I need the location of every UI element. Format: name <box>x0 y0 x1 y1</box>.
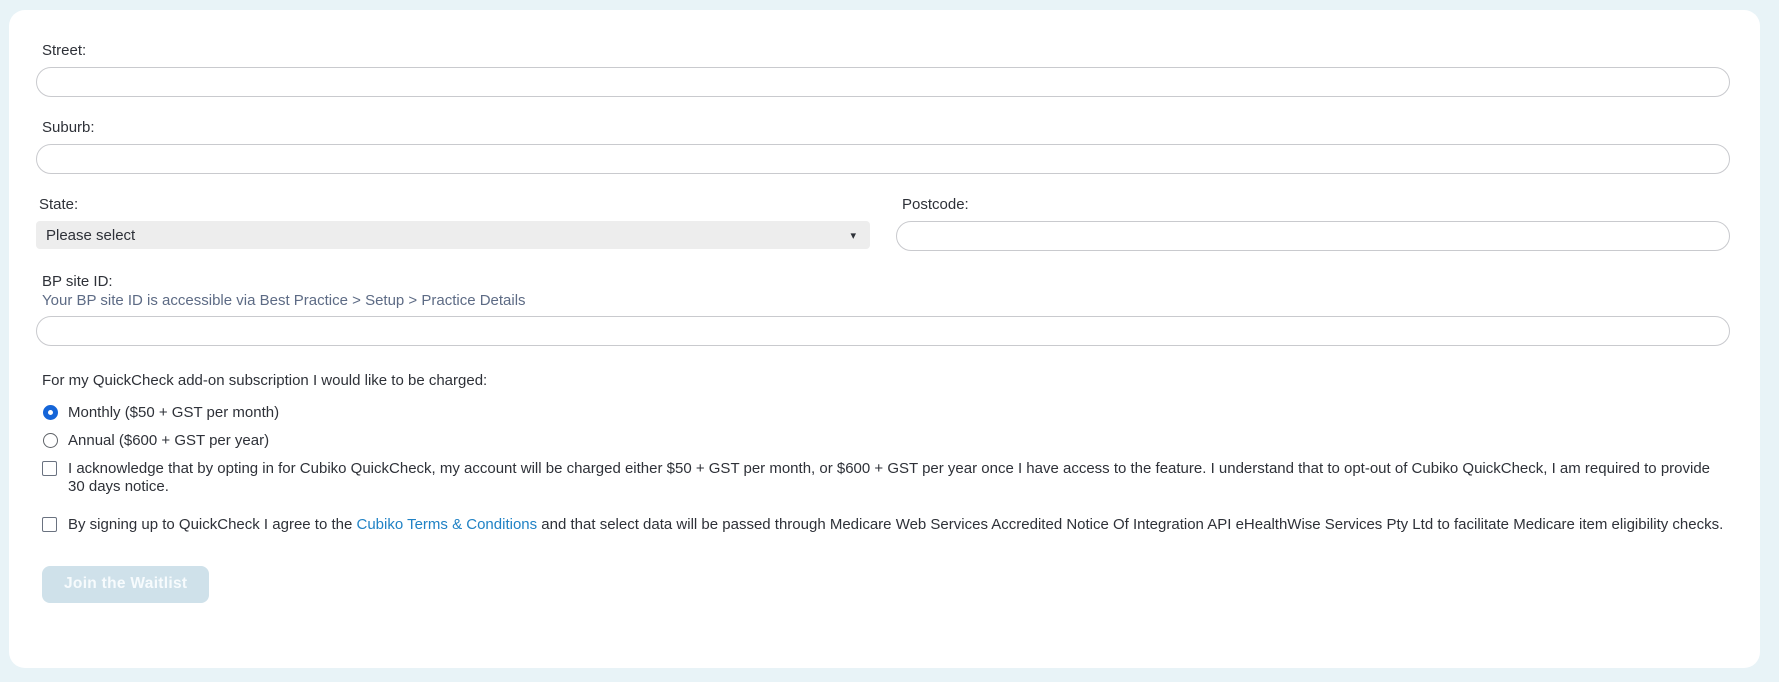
acknowledge-charge-text: I acknowledge that by opting in for Cubi… <box>68 460 1711 495</box>
billing-option-monthly-label: Monthly ($50 + GST per month) <box>68 404 280 421</box>
state-field-group: State: Please select ▾ <box>36 196 870 251</box>
radio-monthly-icon[interactable] <box>43 405 58 420</box>
bp-site-id-field-group: BP site ID: Your BP site ID is accessibl… <box>36 273 1730 346</box>
billing-question: For my QuickCheck add-on subscription I … <box>42 372 488 389</box>
state-label: State: <box>39 196 79 213</box>
street-input[interactable] <box>36 67 1730 97</box>
terms-checkbox[interactable] <box>42 517 57 532</box>
suburb-label: Suburb: <box>42 119 95 136</box>
postcode-input[interactable] <box>896 221 1730 251</box>
suburb-input[interactable] <box>36 144 1730 174</box>
join-waitlist-button[interactable]: Join the Waitlist <box>42 565 210 603</box>
terms-text-before-link: By signing up to QuickCheck I agree to t… <box>68 516 357 533</box>
bp-site-id-label: BP site ID: <box>42 273 113 290</box>
state-select[interactable]: Please select ▾ <box>36 221 870 249</box>
acknowledge-charge-checkbox[interactable] <box>42 461 57 476</box>
waitlist-form-card: Street: Suburb: State: Please select ▾ P… <box>9 10 1760 668</box>
terms-text: By signing up to QuickCheck I agree to t… <box>68 516 1723 534</box>
state-select-value: Please select <box>46 226 136 244</box>
chevron-down-icon: ▾ <box>850 229 856 242</box>
terms-text-after-link: and that select data will be passed thro… <box>537 516 1724 533</box>
bp-site-id-input[interactable] <box>36 316 1730 346</box>
radio-annual-icon[interactable] <box>43 433 58 448</box>
postcode-field-group: Postcode: <box>896 196 1730 251</box>
terms-agreement: By signing up to QuickCheck I agree to t… <box>42 516 1730 534</box>
bp-site-id-helper-text: Your BP site ID is accessible via Best P… <box>42 292 526 309</box>
postcode-label: Postcode: <box>902 196 969 213</box>
acknowledge-charge-agreement: I acknowledge that by opting in for Cubi… <box>42 460 1730 495</box>
billing-option-monthly[interactable]: Monthly ($50 + GST per month) <box>43 404 1730 421</box>
terms-and-conditions-link[interactable]: Cubiko Terms & Conditions <box>357 516 538 533</box>
billing-option-annual[interactable]: Annual ($600 + GST per year) <box>43 432 1730 449</box>
street-field-group: Street: <box>36 42 1730 97</box>
billing-option-annual-label: Annual ($600 + GST per year) <box>68 432 270 449</box>
street-label: Street: <box>42 42 87 59</box>
suburb-field-group: Suburb: <box>36 119 1730 174</box>
state-postcode-row: State: Please select ▾ Postcode: <box>36 196 1730 251</box>
